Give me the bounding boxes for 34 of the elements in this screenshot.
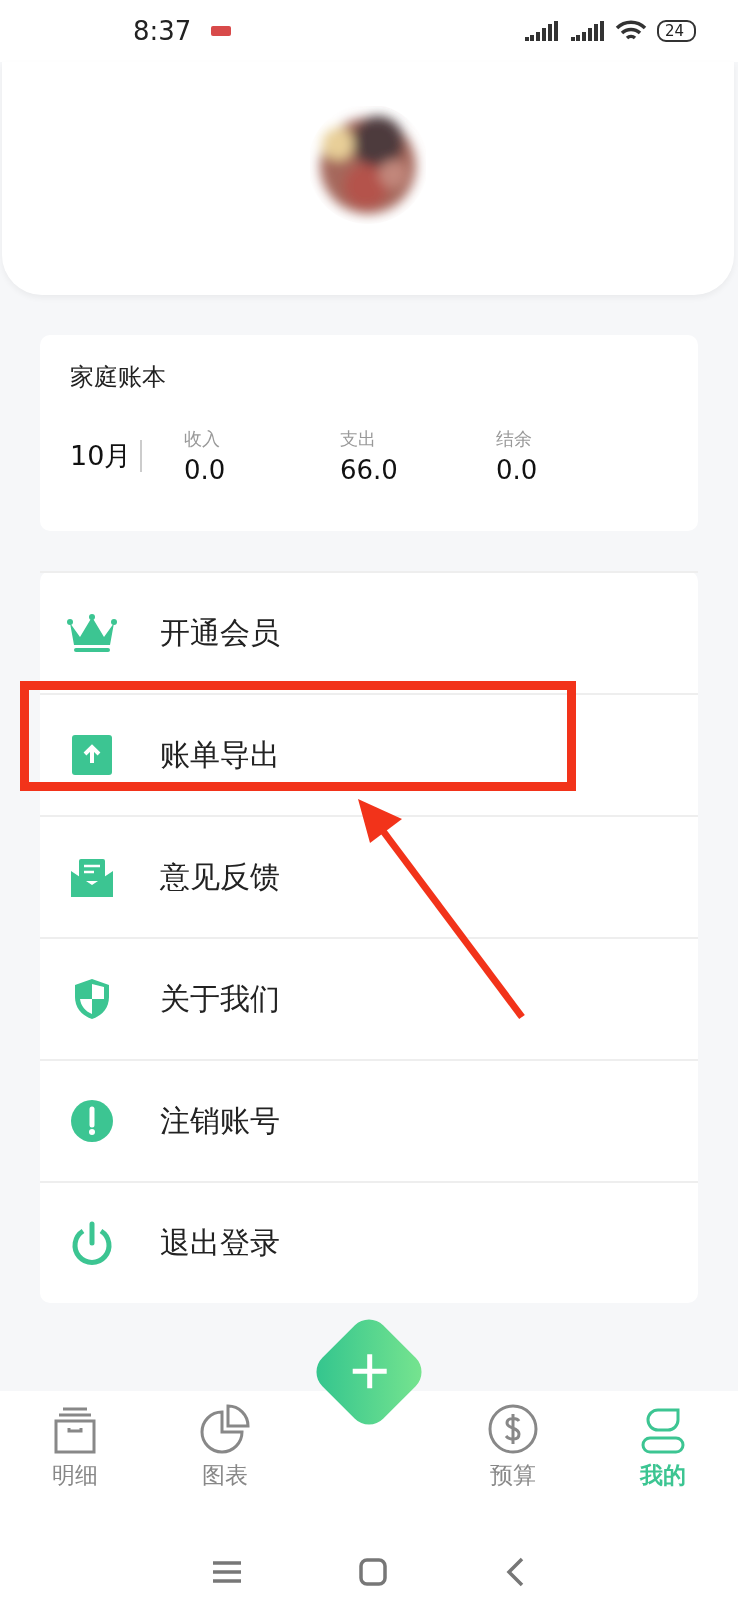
stat-label: 支出 bbox=[340, 427, 377, 451]
box-icon bbox=[53, 1406, 97, 1454]
menu-item[interactable]: 退出登录 bbox=[40, 1181, 698, 1303]
stat-label: 结余 bbox=[496, 427, 533, 451]
envelope-icon bbox=[71, 857, 113, 897]
stat-value: 66.0 bbox=[340, 455, 399, 485]
ledger-title: 家庭账本 bbox=[70, 362, 167, 393]
back-icon[interactable] bbox=[505, 1557, 525, 1587]
home-icon[interactable] bbox=[359, 1558, 387, 1586]
nav-tab[interactable]: 图表 bbox=[150, 1391, 300, 1519]
nav-tab[interactable]: 明细 bbox=[0, 1391, 150, 1519]
person-icon bbox=[640, 1406, 686, 1454]
menu-item[interactable]: 开通会员 bbox=[40, 571, 698, 693]
upload-icon bbox=[72, 735, 112, 775]
pie-chart-icon bbox=[200, 1404, 250, 1454]
dollar-icon bbox=[488, 1404, 538, 1454]
exclamation-icon bbox=[71, 1100, 113, 1142]
power-icon bbox=[71, 1221, 113, 1265]
clock: 8:37 bbox=[133, 16, 192, 46]
stat-value: 0.0 bbox=[184, 455, 227, 485]
crown-icon bbox=[66, 613, 118, 653]
menu-icon[interactable] bbox=[213, 1560, 241, 1584]
menu-item[interactable]: 注销账号 bbox=[40, 1059, 698, 1181]
signal-icon bbox=[522, 19, 559, 43]
menu-item[interactable]: 账单导出 bbox=[40, 693, 698, 815]
menu-item[interactable]: 关于我们 bbox=[40, 937, 698, 1059]
stat-label: 收入 bbox=[184, 427, 221, 451]
battery-indicator: 24 bbox=[656, 20, 696, 42]
signal-icon bbox=[568, 19, 605, 43]
notification-icon bbox=[211, 26, 232, 36]
month-label: 10月 bbox=[70, 439, 133, 473]
nav-tab[interactable]: 预算 bbox=[438, 1391, 588, 1519]
shield-icon bbox=[73, 977, 111, 1021]
stat-value: 0.0 bbox=[496, 455, 539, 485]
